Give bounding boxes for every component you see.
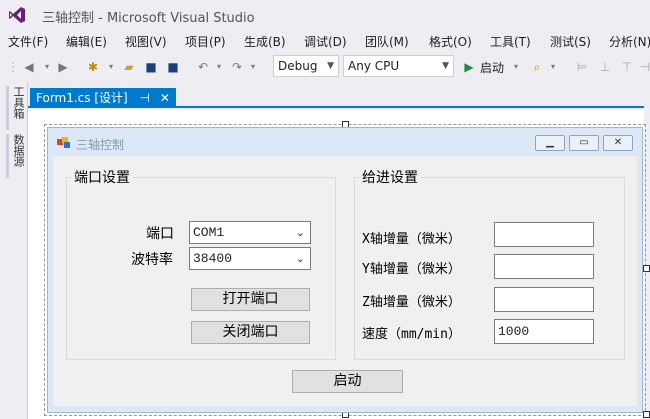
chevron-down-icon: ▼ [442,61,449,71]
open-folder-icon[interactable]: ▰ [122,60,136,74]
form-title: 三轴控制 [76,138,125,152]
menu-test[interactable]: 测试(S) [550,33,591,50]
find-dropdown-icon[interactable]: ▾ [546,60,560,74]
close-port-button[interactable]: 关闭端口 [191,321,310,344]
menu-edit[interactable]: 编辑(E) [66,33,107,50]
close-icon[interactable]: ✕ [160,91,170,105]
chevron-down-icon: ⌄ [295,226,305,239]
data-sources-tab[interactable]: 数据源 [6,134,26,178]
align-left-icon[interactable]: ⊨ [575,60,589,74]
tab-form1-designer[interactable]: Form1.cs [设计] ⊣ ✕ [30,88,176,108]
solution-platform-value: Any CPU [348,59,400,73]
start-debug-label[interactable]: 启动 [480,59,504,76]
minimize-button[interactable]: ▁ [535,135,565,151]
port-combobox[interactable]: COM1 ⌄ [189,221,311,244]
start-button[interactable]: 启动 [292,370,403,393]
start-debug-icon[interactable]: ▶ [462,60,476,74]
speed-label: 速度（mm/min） [362,327,461,342]
baud-rate-combobox[interactable]: 38400 ⌄ [189,247,311,270]
menu-project[interactable]: 项目(P) [185,33,226,50]
menu-tools[interactable]: 工具(T) [490,33,531,50]
align-right-icon[interactable]: ⊣ [638,60,650,74]
z-increment-label: Z轴增量（微米） [362,295,461,310]
window-title: 三轴控制 - Microsoft Visual Studio [42,11,255,26]
menu-file[interactable]: 文件(F) [8,33,48,50]
toolbar-grip-icon: ⋮ [7,60,19,74]
undo-dropdown-icon[interactable]: ▾ [212,60,226,74]
z-increment-input[interactable] [494,287,594,312]
solution-platform-select[interactable]: Any CPU ▼ [343,55,454,77]
menu-bar: 文件(F) 编辑(E) 视图(V) 项目(P) 生成(B) 调试(D) 团队(M… [0,30,650,52]
y-increment-input[interactable] [494,254,594,279]
menu-build[interactable]: 生成(B) [244,33,286,50]
port-value: COM1 [193,225,225,240]
port-label: 端口 [146,226,174,242]
maximize-icon: ▭ [579,137,589,148]
save-all-icon[interactable]: ■ [166,60,180,74]
resize-handle-corner[interactable] [643,411,650,418]
new-dropdown-icon[interactable]: ▾ [104,60,118,74]
start-dropdown-icon[interactable]: ▾ [509,60,523,74]
chevron-down-icon: ⌄ [295,252,305,265]
open-port-button[interactable]: 打开端口 [191,288,310,311]
navigate-forward-icon[interactable]: ▶ [56,60,70,74]
save-icon[interactable]: ■ [144,60,158,74]
pin-icon[interactable]: ⊣ [140,91,150,105]
find-icon[interactable]: ⌕ [530,60,544,74]
menu-format[interactable]: 格式(O) [429,33,472,50]
form-app-icon [57,137,70,148]
toolbox-tab[interactable]: 工具箱 [6,86,26,130]
redo-icon[interactable]: ↷ [230,60,244,74]
undo-icon[interactable]: ↶ [196,60,210,74]
chevron-down-icon: ▼ [327,61,334,71]
resize-handle-right[interactable] [643,265,650,272]
navigate-back-icon[interactable]: ◀ [22,60,36,74]
menu-debug[interactable]: 调试(D) [304,33,347,50]
align-center-icon[interactable]: ⊥ [598,60,612,74]
left-dock: 工具箱 数据源 [0,82,28,419]
solution-configuration-value: Debug [278,59,318,73]
tab-label: Form1.cs [设计] [36,91,128,105]
y-increment-label: Y轴增量（微米） [362,262,461,277]
x-increment-input[interactable] [494,222,594,247]
visual-studio-logo-icon [9,7,25,23]
redo-dropdown-icon[interactable]: ▾ [246,60,260,74]
x-increment-label: X轴增量（微米） [362,232,461,247]
menu-team[interactable]: 团队(M) [365,33,409,50]
menu-view[interactable]: 视图(V) [125,33,167,50]
close-icon: ✕ [613,137,623,148]
solution-configuration-select[interactable]: Debug ▼ [273,55,339,77]
port-settings-title: 端口设置 [71,167,133,187]
back-dropdown-icon[interactable]: ▾ [40,60,54,74]
menu-analyze[interactable]: 分析(N) [609,33,650,50]
new-project-icon[interactable]: ✱ [86,60,100,74]
feed-settings-title: 给进设置 [359,167,421,187]
baud-rate-label: 波特率 [131,252,173,268]
minimize-icon: ▁ [546,137,554,148]
speed-input[interactable]: 1000 [494,319,594,344]
maximize-button[interactable]: ▭ [569,135,599,151]
baud-rate-value: 38400 [193,251,233,266]
align-top-icon[interactable]: ⊤ [620,60,634,74]
close-form-button[interactable]: ✕ [603,135,633,151]
